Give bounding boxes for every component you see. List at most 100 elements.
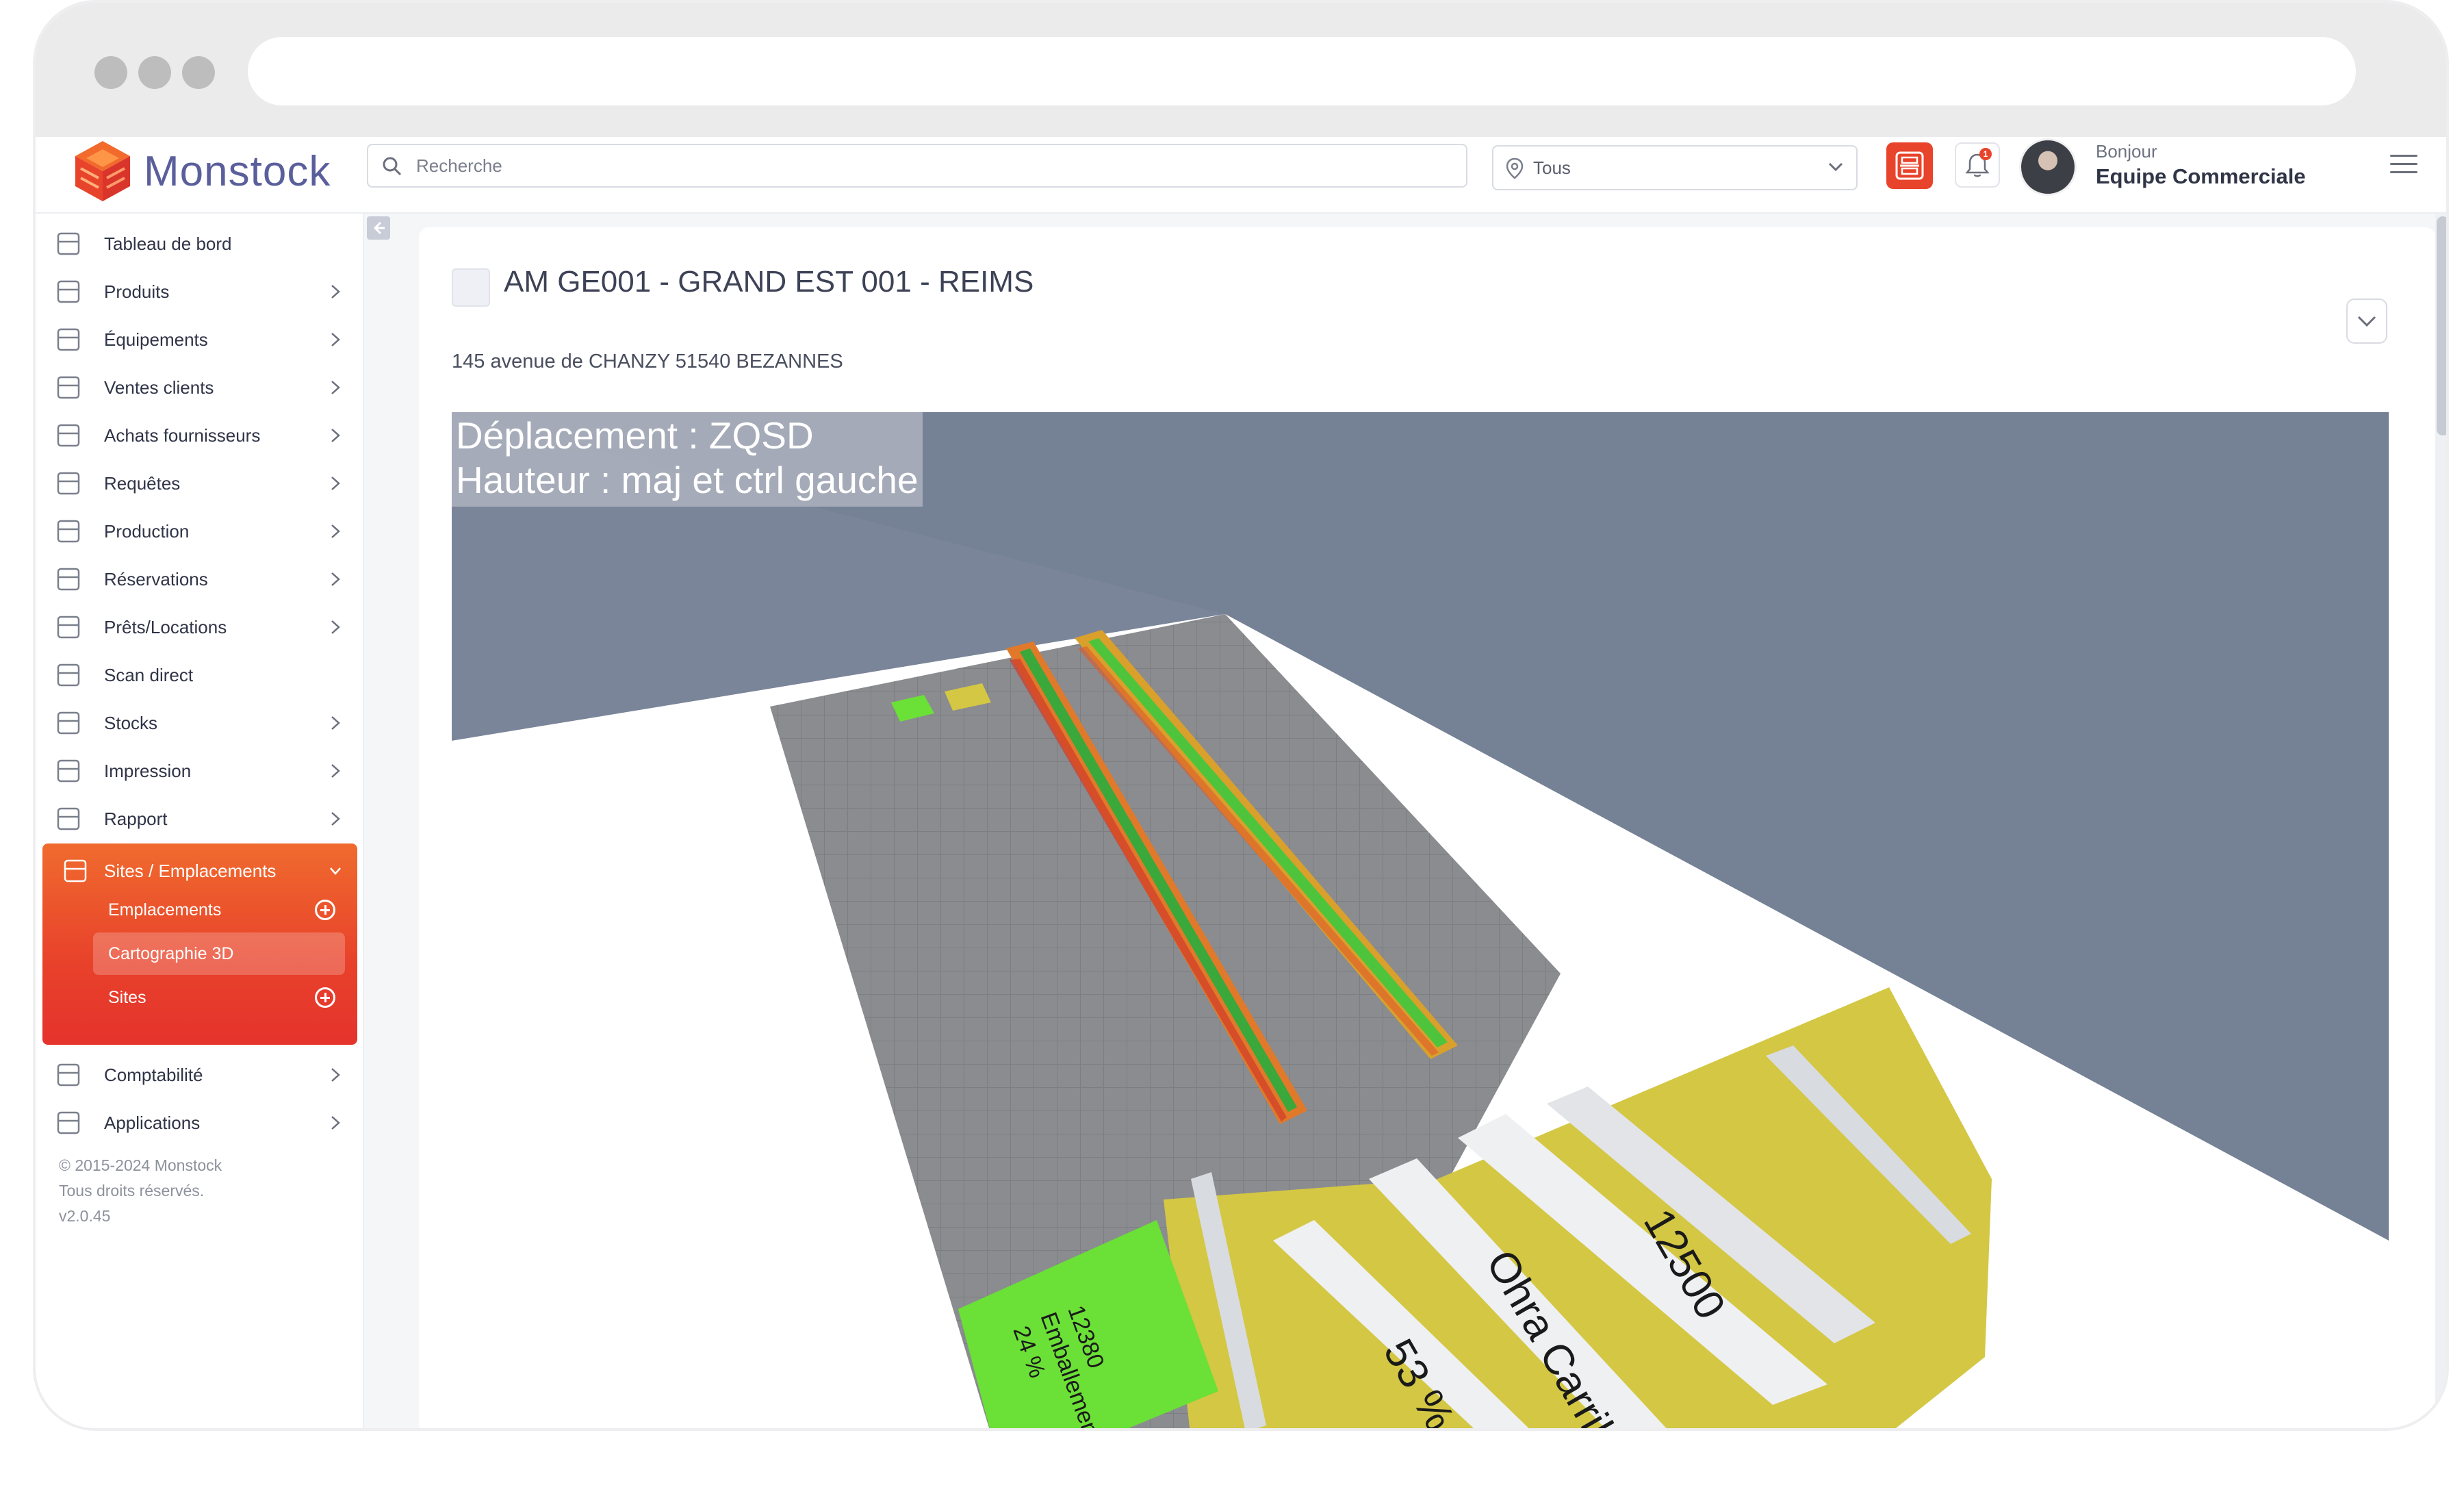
warehouse-icon bbox=[57, 711, 80, 735]
site-address: 145 avenue de CHANZY 51540 BEZANNES bbox=[452, 351, 843, 372]
chevron-right-icon bbox=[331, 764, 340, 778]
report-icon bbox=[57, 807, 80, 830]
rights-text: Tous droits réservés. bbox=[59, 1182, 205, 1200]
sidebar-item[interactable]: Produits bbox=[36, 264, 364, 319]
address-bar[interactable] bbox=[248, 37, 2356, 105]
arrow-left-icon bbox=[373, 221, 385, 235]
sidebar-subitem[interactable]: Sites bbox=[93, 976, 345, 1019]
collapse-sidebar-button[interactable] bbox=[367, 216, 390, 240]
warehouse-3d-scene[interactable]: 12500 Ohra Carrilla 53 % 12380 Emballeme… bbox=[452, 412, 2389, 1431]
sidebar-item[interactable]: Requêtes bbox=[36, 456, 364, 511]
copyright-text: © 2015-2024 Monstock bbox=[59, 1156, 222, 1174]
sidebar-item-label: Production bbox=[104, 520, 190, 542]
controls-hint-move: Déplacement : ZQSD bbox=[456, 414, 814, 457]
site-filter-select[interactable]: Tous bbox=[1492, 145, 1858, 190]
cube-logo-icon bbox=[75, 141, 130, 201]
search-placeholder: Recherche bbox=[416, 155, 502, 176]
store-icon bbox=[57, 424, 80, 447]
chevron-right-icon bbox=[331, 572, 340, 586]
clipboard-icon bbox=[57, 1111, 80, 1134]
truck-icon bbox=[57, 376, 80, 399]
sidebar-item[interactable]: Tableau de bord bbox=[36, 216, 364, 271]
sidebar-item[interactable]: Applications bbox=[36, 1095, 364, 1150]
notifications-button[interactable]: 1 bbox=[1955, 142, 2000, 188]
top-bar: Monstock Recherche Tous 1 Bonjour Equipe… bbox=[36, 137, 2446, 214]
chevron-down-icon bbox=[330, 867, 341, 875]
sidebar-subitem[interactable]: Emplacements bbox=[93, 889, 345, 931]
browser-window: Monstock Recherche Tous 1 Bonjour Equipe… bbox=[33, 0, 2449, 1431]
sidebar-item[interactable]: Prêts/Locations bbox=[36, 600, 364, 655]
sidebar-item-label: Ventes clients bbox=[104, 377, 214, 398]
sidebar-item[interactable]: Équipements bbox=[36, 312, 364, 367]
chevron-right-icon bbox=[331, 333, 340, 346]
sidebar-subitem-label: Cartographie 3D bbox=[108, 943, 234, 963]
sidebar-item-label: Produits bbox=[104, 281, 170, 302]
add-circle-icon[interactable] bbox=[315, 987, 335, 1008]
user-name[interactable]: Equipe Commerciale bbox=[2096, 164, 2306, 189]
notifications-badge: 1 bbox=[1979, 148, 1992, 160]
brand-logo[interactable]: Monstock bbox=[71, 137, 331, 205]
sidebar-subitem-label: Emplacements bbox=[108, 900, 222, 919]
sidebar-item-label: Applications bbox=[104, 1112, 201, 1133]
sidebar-item-label: Équipements bbox=[104, 329, 208, 350]
sidebar-item-label: Prêts/Locations bbox=[104, 616, 227, 637]
accounting-icon bbox=[57, 1063, 80, 1087]
sidebar-item[interactable]: Réservations bbox=[36, 552, 364, 607]
chevron-right-icon bbox=[331, 381, 340, 394]
chevron-down-icon bbox=[1828, 162, 1843, 172]
site-image-icon bbox=[452, 268, 490, 307]
sidebar-item[interactable]: Scan direct bbox=[36, 648, 364, 702]
sidebar-item[interactable]: Rapport bbox=[36, 791, 364, 846]
sidebar-item-label: Tableau de bord bbox=[104, 233, 232, 254]
sidebar-item[interactable]: Comptabilité bbox=[36, 1048, 364, 1102]
sidebar-item-label: Rapport bbox=[104, 808, 168, 829]
sidebar-item-label: Impression bbox=[104, 760, 192, 781]
search-input[interactable]: Recherche bbox=[367, 144, 1467, 188]
search-icon bbox=[383, 157, 402, 176]
chevron-right-icon bbox=[331, 1116, 340, 1130]
greeting-label: Bonjour bbox=[2096, 141, 2157, 162]
dashboard-icon bbox=[57, 232, 80, 255]
sidebar-item-label: Scan direct bbox=[104, 664, 194, 685]
app-root: Monstock Recherche Tous 1 Bonjour Equipe… bbox=[36, 137, 2446, 1431]
chevron-right-icon bbox=[331, 429, 340, 442]
sidebar-item-label: Requêtes bbox=[104, 472, 181, 494]
sidebar-item-label: Sites / Emplacements bbox=[104, 860, 277, 881]
sidebar-footer: © 2015-2024 Monstock Tous droits réservés… bbox=[59, 1153, 346, 1229]
controls-hint-height: Hauteur : maj et ctrl gauche bbox=[456, 459, 919, 501]
sidebar-item[interactable]: Impression bbox=[36, 744, 364, 798]
chevron-right-icon bbox=[331, 1068, 340, 1082]
window-minimize-dot[interactable] bbox=[138, 56, 171, 89]
controls-hint: Déplacement : ZQSD Hauteur : maj et ctrl… bbox=[452, 412, 923, 507]
sidebar-subitem[interactable]: Cartographie 3D bbox=[93, 932, 345, 975]
brand-name: Monstock bbox=[144, 147, 331, 195]
add-circle-icon[interactable] bbox=[315, 900, 335, 920]
hamburger-menu-icon[interactable] bbox=[2390, 155, 2417, 175]
location-pin-icon bbox=[57, 615, 80, 639]
scan-button[interactable] bbox=[1886, 142, 1933, 189]
scrollbar-thumb[interactable] bbox=[2437, 216, 2446, 435]
avatar[interactable] bbox=[2019, 138, 2077, 196]
3d-warehouse-viewer[interactable]: 12500 Ohra Carrilla 53 % 12380 Emballeme… bbox=[452, 412, 2389, 1431]
scan-icon bbox=[57, 663, 80, 687]
window-close-dot[interactable] bbox=[94, 56, 127, 89]
site-card: AM GE001 - GRAND EST 001 - REIMS 145 ave… bbox=[419, 227, 2435, 1431]
sidebar-subitem-label: Sites bbox=[108, 987, 146, 1007]
sidebar-item[interactable]: Production bbox=[36, 504, 364, 559]
chevron-right-icon bbox=[331, 620, 340, 634]
chevron-right-icon bbox=[331, 812, 340, 826]
chevron-right-icon bbox=[331, 524, 340, 538]
sidebar-item[interactable]: Ventes clients bbox=[36, 360, 364, 415]
sidebar-item-label: Achats fournisseurs bbox=[104, 424, 261, 446]
version-text: v2.0.45 bbox=[59, 1207, 111, 1225]
window-maximize-dot[interactable] bbox=[182, 56, 215, 89]
hand-truck-icon bbox=[57, 520, 80, 543]
expand-button[interactable] bbox=[2346, 299, 2387, 344]
sidebar-item[interactable]: Achats fournisseurs bbox=[36, 408, 364, 463]
browser-chrome bbox=[36, 3, 2446, 137]
sidebar-item-label: Comptabilité bbox=[104, 1064, 203, 1085]
sidebar-item[interactable]: Stocks bbox=[36, 696, 364, 750]
tag-icon bbox=[57, 759, 80, 783]
chevron-right-icon bbox=[331, 716, 340, 730]
alert-chat-icon bbox=[57, 472, 80, 495]
